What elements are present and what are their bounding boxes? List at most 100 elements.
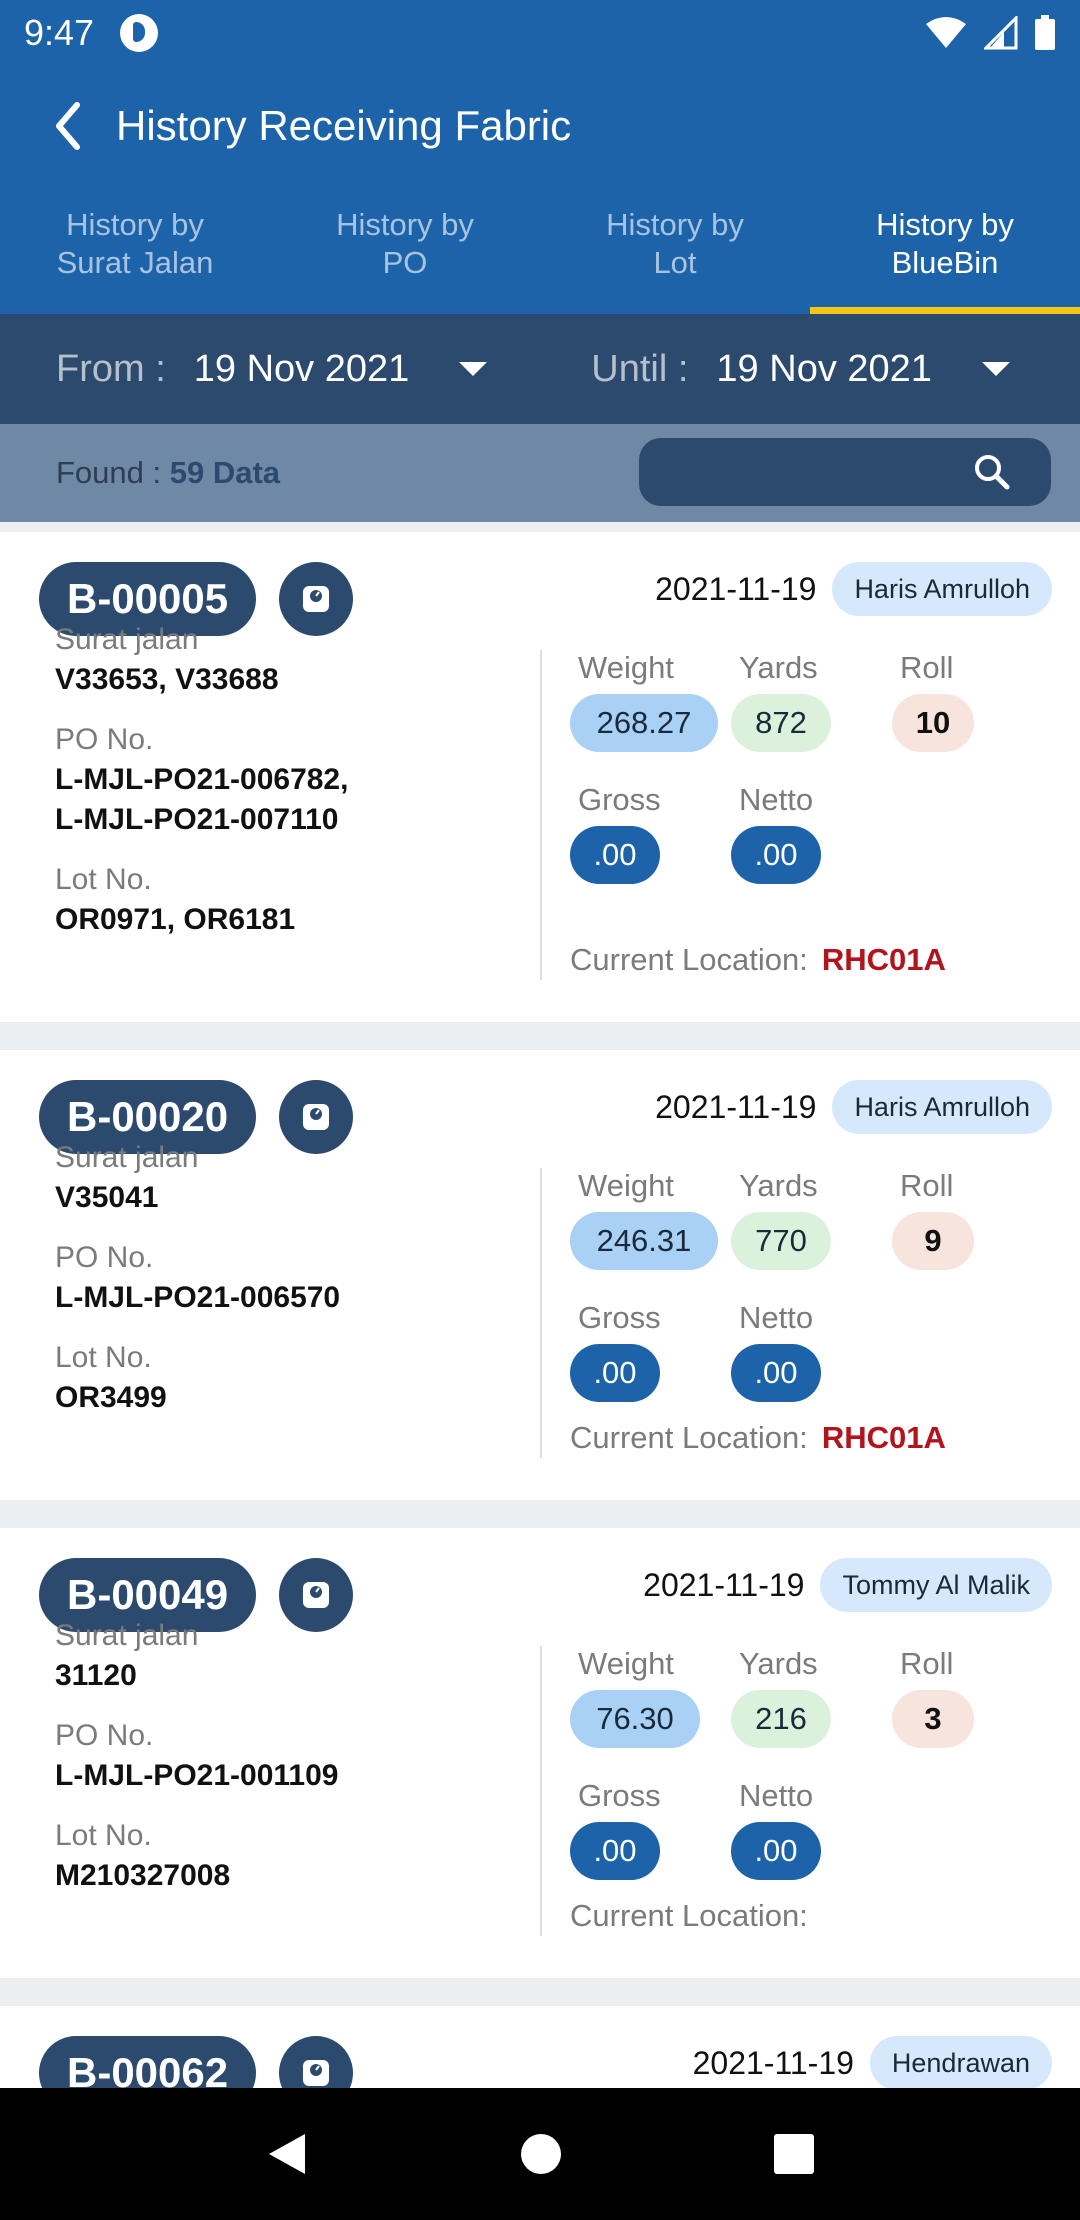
status-time: 9:47 — [24, 12, 95, 53]
until-date-selector[interactable]: Until : 19 Nov 2021 — [591, 348, 1010, 391]
tab-label-line2: BlueBin — [891, 245, 999, 280]
po-no-label: PO No. — [55, 1719, 154, 1752]
user-badge: Hendrawan — [869, 2036, 1052, 2088]
gross-label: Gross — [578, 782, 661, 817]
current-location: Current Location: — [570, 1898, 822, 1934]
nav-back-icon[interactable] — [265, 2130, 309, 2178]
card-date: 2021-11-19 — [655, 570, 817, 607]
card-divider — [540, 1646, 542, 1936]
tab-label-line2: PO — [382, 245, 428, 280]
gross-value: .00 — [570, 826, 660, 884]
po-no-label: PO No. — [55, 1241, 154, 1274]
surat-jalan-value: V33653, V33688 — [55, 663, 279, 696]
yards-label: Yards — [739, 650, 818, 685]
tab-po[interactable]: History by PO — [270, 186, 540, 314]
surat-jalan-label: Surat jalan — [55, 623, 199, 656]
tab-bluebin[interactable]: History by BlueBin — [810, 186, 1080, 314]
back-arrow-icon — [56, 102, 80, 150]
from-date-selector[interactable]: From : 19 Nov 2021 — [56, 347, 488, 391]
cell-signal-icon — [984, 16, 1018, 50]
weight-label: Weight — [578, 1168, 674, 1203]
surat-jalan-label: Surat jalan — [55, 1619, 199, 1652]
weight-stat: Weight 268.27 — [570, 650, 718, 752]
tab-label-line1: History by — [336, 207, 474, 242]
bluebin-id-badge: B-00062 — [39, 2036, 257, 2088]
found-count: Found : 59 Data — [56, 455, 280, 491]
netto-label: Netto — [739, 1300, 814, 1335]
wifi-icon — [926, 17, 966, 48]
card-details: Surat jalan V35041 PO No. L-MJL-PO21-006… — [55, 1138, 525, 1418]
bluebin-card[interactable]: B-00005 2021-11-19 Haris Amrulloh Surat … — [0, 532, 1080, 1022]
roll-value: 10 — [892, 694, 974, 752]
lot-no-value: M210327008 — [55, 1859, 231, 1892]
until-date-value: 19 Nov 2021 — [716, 347, 932, 390]
tab-label-line1: History by — [606, 207, 744, 242]
card-date: 2021-11-19 — [692, 2044, 854, 2081]
current-location-label: Current Location: — [570, 942, 808, 977]
tab-label-line2: Lot — [653, 245, 697, 280]
gross-stat: Gross .00 — [570, 1778, 661, 1880]
scale-button[interactable] — [279, 2036, 353, 2088]
weight-stat: Weight 76.30 — [570, 1646, 700, 1748]
yards-value: 770 — [731, 1212, 831, 1270]
found-label: Found : — [56, 455, 162, 490]
weight-label: Weight — [578, 1646, 674, 1681]
netto-label: Netto — [739, 782, 814, 817]
roll-value: 3 — [892, 1690, 974, 1748]
search-icon[interactable] — [973, 453, 1011, 491]
roll-value: 9 — [892, 1212, 974, 1270]
page-title: History Receiving Fabric — [116, 102, 572, 149]
card-details: Surat jalan 31120 PO No. L-MJL-PO21-0011… — [55, 1616, 525, 1896]
tab-lot[interactable]: History by Lot — [540, 186, 810, 314]
netto-stat: Netto .00 — [731, 1778, 821, 1880]
gross-label: Gross — [578, 1300, 661, 1335]
user-badge: Haris Amrulloh — [832, 562, 1052, 616]
roll-label: Roll — [900, 650, 954, 685]
card-divider — [540, 1168, 542, 1458]
nav-recents-icon[interactable] — [773, 2133, 815, 2175]
weight-value: 246.31 — [570, 1212, 718, 1270]
tab-surat-jalan[interactable]: History by Surat Jalan — [0, 186, 270, 314]
lot-no-label: Lot No. — [55, 1819, 152, 1852]
results-bar: Found : 59 Data — [0, 424, 1080, 522]
back-button[interactable] — [40, 98, 96, 154]
roll-label: Roll — [900, 1168, 954, 1203]
search-input[interactable] — [663, 448, 963, 496]
yards-stat: Yards 216 — [731, 1646, 831, 1748]
po-line: L-MJL-PO21-001109 — [55, 1759, 339, 1792]
po-no-label: PO No. — [55, 723, 154, 756]
current-location-label: Current Location: — [570, 1898, 808, 1933]
surat-jalan-label: Surat jalan — [55, 1141, 199, 1174]
surat-jalan-value: V35041 — [55, 1181, 159, 1214]
gross-stat: Gross .00 — [570, 782, 661, 884]
from-label: From : — [56, 347, 166, 390]
netto-value: .00 — [731, 1822, 821, 1880]
current-location: Current Location: RHC01A — [570, 942, 946, 978]
card-date: 2021-11-19 — [643, 1566, 805, 1603]
gross-value: .00 — [570, 1822, 660, 1880]
bluebin-card[interactable]: B-00049 2021-11-19 Tommy Al Malik Surat … — [0, 1528, 1080, 1978]
po-line: L-MJL-PO21-007110 — [55, 803, 339, 836]
bluebin-card[interactable]: B-00062 2021-11-19 Hendrawan — [0, 2006, 1080, 2088]
gross-label: Gross — [578, 1778, 661, 1813]
weight-label: Weight — [578, 650, 674, 685]
yards-stat: Yards 770 — [731, 1168, 831, 1270]
search-box[interactable] — [639, 438, 1051, 506]
card-divider — [540, 650, 542, 980]
tab-label-line2: Surat Jalan — [56, 245, 214, 280]
bluebin-card[interactable]: B-00020 2021-11-19 Haris Amrulloh Surat … — [0, 1050, 1080, 1500]
roll-stat: Roll 10 — [892, 650, 974, 752]
system-nav-bar — [0, 2088, 1080, 2220]
card-details: Surat jalan V33653, V33688 PO No. L-MJL-… — [55, 620, 525, 940]
po-line: L-MJL-PO21-006570 — [55, 1281, 341, 1314]
lot-no-value: OR3499 — [55, 1381, 167, 1414]
nav-home-icon[interactable] — [519, 2132, 563, 2176]
roll-stat: Roll 9 — [892, 1168, 974, 1270]
found-value: 59 Data — [169, 455, 281, 490]
battery-icon — [1035, 15, 1055, 50]
lot-no-label: Lot No. — [55, 1341, 152, 1374]
card-date: 2021-11-19 — [655, 1088, 817, 1125]
from-date-value: 19 Nov 2021 — [193, 347, 410, 390]
surat-jalan-value: 31120 — [55, 1659, 137, 1692]
weight-value: 268.27 — [570, 694, 718, 752]
